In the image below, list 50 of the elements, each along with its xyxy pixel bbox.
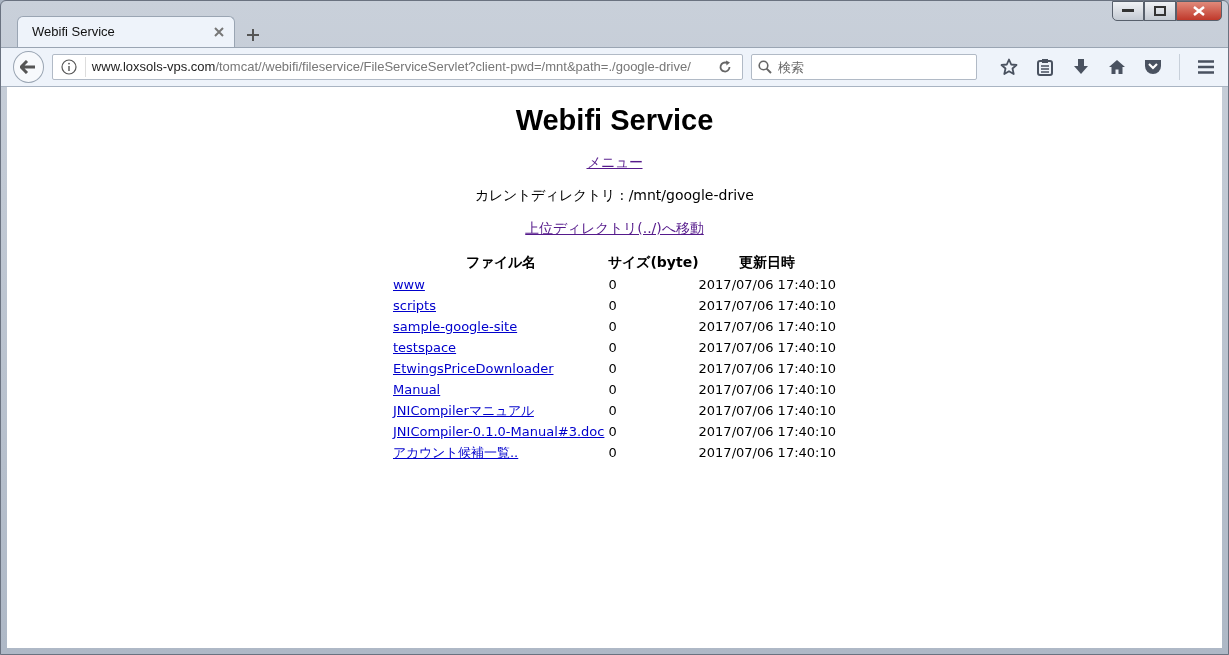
date-cell-text: 2017/07/06 17:40:10 — [698, 338, 836, 357]
close-tab-icon[interactable] — [214, 27, 224, 37]
date-cell-text: 2017/07/06 17:40:10 — [698, 275, 836, 294]
file-link[interactable]: EtwingsPriceDownloader — [393, 360, 554, 376]
current-directory-text: カレントディレクトリ : /mnt/google-drive — [474, 185, 755, 205]
file-link[interactable]: sample-google-site — [393, 318, 518, 334]
info-icon[interactable] — [60, 59, 77, 75]
minimize-button[interactable] — [1112, 1, 1144, 21]
date-cell-text: 2017/07/06 17:40:10 — [698, 296, 836, 315]
browser-tab[interactable]: Webifi Service — [17, 16, 235, 47]
search-field[interactable]: 検索 — [751, 54, 977, 80]
parent-directory-link[interactable]: 上位ディレクトリ(../)へ移動 — [525, 219, 704, 236]
size-cell: 0 — [608, 295, 699, 317]
page-title: Webifi Service — [514, 103, 715, 138]
date-cell-text: 2017/07/06 17:40:10 — [698, 422, 836, 441]
date-cell-text: 2017/07/06 17:40:10 — [698, 359, 836, 378]
address-text: www.loxsols-vps.com/tomcat//webifi/fileservice/FileServiceServlet?client-pwd=/mnt&path=./google-drive/ — [84, 57, 710, 77]
size-cell: 0 — [608, 337, 699, 359]
tab-title: Webifi Service — [32, 23, 116, 42]
menu-link[interactable]: メニュー — [586, 153, 643, 170]
close-icon — [1193, 6, 1205, 16]
size-cell: 0 — [608, 421, 699, 443]
column-header: 更新日時 — [738, 252, 797, 272]
file-link[interactable]: アカウント候補一覧.. — [393, 444, 519, 460]
date-cell-text: 2017/07/06 17:40:10 — [698, 401, 836, 420]
date-cell-text: 2017/07/06 17:40:10 — [698, 380, 836, 399]
size-cell: 0 — [608, 358, 699, 380]
address-field[interactable]: www.loxsols-vps.com/tomcat//webifi/fileservice/FileServiceServlet?client-pwd=/mnt&path=./google-drive/ — [51, 54, 743, 80]
date-cell-text: 2017/07/06 17:40:10 — [698, 317, 836, 336]
maximize-icon — [1154, 6, 1166, 16]
back-arrow-icon — [20, 60, 37, 74]
close-button[interactable] — [1176, 1, 1222, 21]
reload-icon[interactable] — [718, 60, 732, 74]
size-cell: 0 — [608, 316, 699, 338]
file-link[interactable]: www — [393, 276, 425, 292]
size-cell: 0 — [608, 274, 699, 296]
size-cell: 0 — [608, 400, 699, 422]
maximize-button[interactable] — [1144, 1, 1176, 21]
column-header: サイズ(byte) — [608, 252, 699, 272]
size-cell: 0 — [608, 442, 699, 464]
file-link[interactable]: testspace — [393, 339, 457, 355]
file-link[interactable]: scripts — [393, 297, 436, 313]
back-button[interactable] — [13, 51, 44, 83]
file-link[interactable]: Manual — [393, 381, 441, 397]
minimize-icon — [1122, 9, 1134, 13]
size-cell: 0 — [608, 379, 699, 401]
column-header: ファイル名 — [393, 250, 609, 275]
file-link[interactable]: JNICompilerマニュアル — [393, 402, 534, 418]
date-cell-text: 2017/07/06 17:40:10 — [698, 443, 836, 462]
file-link[interactable]: JNICompiler-0.1.0-Manual#3.doc — [393, 423, 605, 439]
